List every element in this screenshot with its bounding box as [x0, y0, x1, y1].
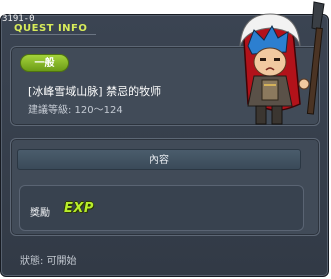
window-title: QUEST INFO — [14, 23, 88, 34]
quest-recommended-level: 建議等級: 120～124 — [28, 105, 123, 116]
title-divider — [10, 34, 96, 35]
quest-category-badge: 一般 — [20, 54, 69, 72]
npc-priest-icon — [239, 1, 325, 125]
reward-label: 獎勵 — [30, 208, 50, 219]
exp-reward-icon[interactable]: EXP — [64, 201, 100, 217]
quest-status: 狀態: 可開始 — [20, 256, 77, 267]
reward-box — [19, 185, 304, 231]
content-header: 內容 — [17, 149, 301, 170]
quest-name: [冰峰雪域山脉] 禁忌的牧师 — [28, 85, 162, 98]
